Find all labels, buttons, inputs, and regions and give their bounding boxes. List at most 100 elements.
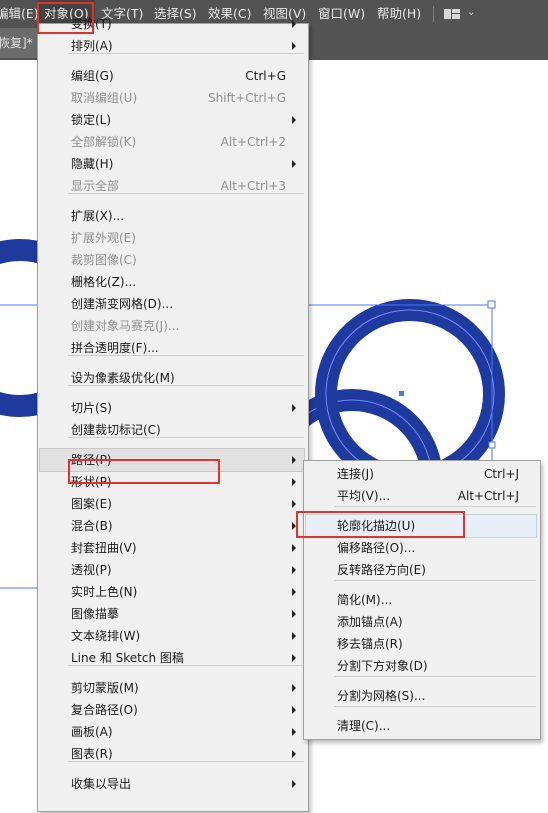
menu-item-label: 编组(G) [71, 69, 114, 83]
submenu-arrow-icon [292, 500, 296, 508]
menu-separator [68, 385, 304, 386]
object-menu-item-x[interactable]: 扩展(X)... [40, 205, 304, 227]
path-submenu-item-0[interactable]: 连接(J) Ctrl+J [306, 463, 536, 485]
document-tab[interactable]: 恢复]* [0, 28, 42, 58]
menu-separator [68, 53, 304, 54]
menu-window[interactable]: 窗口(W) [318, 0, 365, 28]
object-menu-item-25[interactable]: 图像描摹 [40, 603, 304, 625]
menu-separator [334, 580, 536, 581]
document-tab-title: 恢复]* [0, 36, 33, 50]
menu-item-label: 添加锚点(A) [337, 615, 403, 629]
path-submenu-item-6[interactable]: 添加锚点(A) [306, 611, 536, 633]
menu-item-label: 全部解锁(K) [71, 135, 137, 149]
submenu-arrow-icon [292, 544, 296, 552]
object-menu-item-t[interactable]: 变换(T) [40, 13, 304, 35]
menu-item-label: 切片(S) [71, 401, 112, 415]
menu-item-label: 裁剪图像(C) [71, 253, 137, 267]
submenu-arrow-icon [292, 610, 296, 618]
submenu-arrow-icon [292, 654, 296, 662]
menu-item-label: 剪切蒙版(M) [71, 681, 139, 695]
menu-item-label: 收集以导出 [71, 777, 132, 791]
menu-item-label: 锁定(L) [71, 113, 112, 127]
object-menu-item-j: 创建对象马赛克(J)... [40, 315, 304, 337]
menu-item-label: 文本绕排(W) [71, 629, 141, 643]
menu-separator [68, 355, 304, 356]
menu-item-label: 平均(V)... [337, 489, 391, 503]
object-menu-item-d[interactable]: 创建渐变网格(D)... [40, 293, 304, 315]
path-submenu-item-3[interactable]: 偏移路径(O)... [306, 537, 536, 559]
object-menu-item-e[interactable]: 图案(E) [40, 493, 304, 515]
object-menu-item-a[interactable]: 画板(A) [40, 721, 304, 743]
submenu-arrow-icon [292, 566, 296, 574]
object-menu-item-l[interactable]: 锁定(L) [40, 109, 304, 131]
menu-item-label: 分割为网格(S)... [337, 689, 426, 703]
object-menu-item-s[interactable]: 切片(S) [40, 397, 304, 419]
submenu-arrow-icon [292, 478, 296, 486]
submenu-arrow-icon [292, 684, 296, 692]
object-menu-item-m[interactable]: 剪切蒙版(M) [40, 677, 304, 699]
menu-separator [334, 506, 536, 507]
object-menu-item-g[interactable]: 编组(G) Ctrl+G [40, 65, 304, 87]
object-menu-item-n[interactable]: 实时上色(N) [40, 581, 304, 603]
menu-item-shortcut: Ctrl+J [484, 467, 519, 481]
menu-item-label: 分割下方对象(D) [337, 659, 428, 673]
object-menu-item-v[interactable]: 封套扭曲(V) [40, 537, 304, 559]
menu-item-label: 隐藏(H) [71, 157, 114, 171]
menu-item-label: 简化(M)... [337, 593, 393, 607]
submenu-arrow-icon [292, 160, 296, 168]
menu-item-shortcut: Alt+Ctrl+J [457, 489, 519, 503]
menu-item-shortcut: Shift+Ctrl+G [207, 91, 286, 105]
object-menu-item-p[interactable]: 路径(P) [39, 448, 305, 472]
object-menu-item-p[interactable]: 透视(P) [40, 559, 304, 581]
object-menu-item-b[interactable]: 混合(B) [40, 515, 304, 537]
path-submenu-item-1[interactable]: 平均(V)... Alt+Ctrl+J [306, 485, 536, 507]
submenu-arrow-icon [292, 42, 296, 50]
menu-separator [68, 761, 304, 762]
submenu-arrow-icon [292, 456, 296, 464]
chevron-down-icon: ⌄ [467, 7, 476, 18]
submenu-arrow-icon [292, 404, 296, 412]
path-submenu-item-10[interactable]: 清理(C)... [306, 715, 536, 737]
object-menu-item-p[interactable]: 形状(P) [40, 471, 304, 493]
menu-item-label: 变换(T) [71, 17, 112, 31]
object-menu-item-z[interactable]: 栅格化(Z)... [40, 271, 304, 293]
menu-item-shortcut: Ctrl+G [245, 69, 286, 83]
path-submenu-item-5[interactable]: 简化(M)... [306, 589, 536, 611]
path-submenu-item-2[interactable]: 轮廓化描边(U) [305, 514, 537, 538]
submenu-arrow-icon [292, 750, 296, 758]
menu-item-label: 透视(P) [71, 563, 112, 577]
submenu-arrow-icon [292, 632, 296, 640]
menu-item-label: 形状(P) [71, 475, 112, 489]
submenu-arrow-icon [292, 20, 296, 28]
menu-item-label: 扩展外观(E) [71, 231, 136, 245]
object-menu: 变换(T) 排列(A) 编组(G) Ctrl+G 取消编组(U) Shift+Ctrl+G… [37, 17, 309, 812]
object-menu-item-o[interactable]: 复合路径(O) [40, 699, 304, 721]
menu-help[interactable]: 帮助(H) [377, 0, 421, 28]
object-menu-item-w[interactable]: 文本绕排(W) [40, 625, 304, 647]
submenu-arrow-icon [292, 522, 296, 530]
menu-divider [433, 6, 434, 22]
object-menu-item-32[interactable]: 收集以导出 [40, 773, 304, 795]
menu-item-label: 扩展(X)... [71, 209, 125, 223]
object-menu-item-h[interactable]: 隐藏(H) [40, 153, 304, 175]
workspace-switcher[interactable]: ⌄ [444, 0, 484, 28]
menu-separator [68, 193, 304, 194]
menu-separator [334, 706, 536, 707]
menu-item-label: 图案(E) [71, 497, 112, 511]
menu-edit[interactable]: 编辑(E) [0, 0, 39, 28]
menu-item-label: 取消编组(U) [71, 91, 138, 105]
menu-item-label: 复合路径(O) [71, 703, 138, 717]
menu-separator [334, 676, 536, 677]
path-submenu-item-7[interactable]: 移去锚点(R) [306, 633, 536, 655]
path-submenu-item-4[interactable]: 反转路径方向(E) [306, 559, 536, 581]
menu-item-label: 反转路径方向(E) [337, 563, 426, 577]
menu-item-label: 画板(A) [71, 725, 113, 739]
menu-item-label: 封套扭曲(V) [71, 541, 137, 555]
path-submenu: 连接(J) Ctrl+J 平均(V)... Alt+Ctrl+J 轮廓化描边(U) 偏移路… [303, 460, 541, 740]
path-submenu-item-9[interactable]: 分割为网格(S)... [306, 685, 536, 707]
object-menu-item-u: 取消编组(U) Shift+Ctrl+G [40, 87, 304, 109]
path-submenu-item-8[interactable]: 分割下方对象(D) [306, 655, 536, 677]
submenu-arrow-icon [292, 116, 296, 124]
menu-item-label: 创建对象马赛克(J)... [71, 319, 180, 333]
object-menu-item-k: 全部解锁(K) Alt+Ctrl+2 [40, 131, 304, 153]
